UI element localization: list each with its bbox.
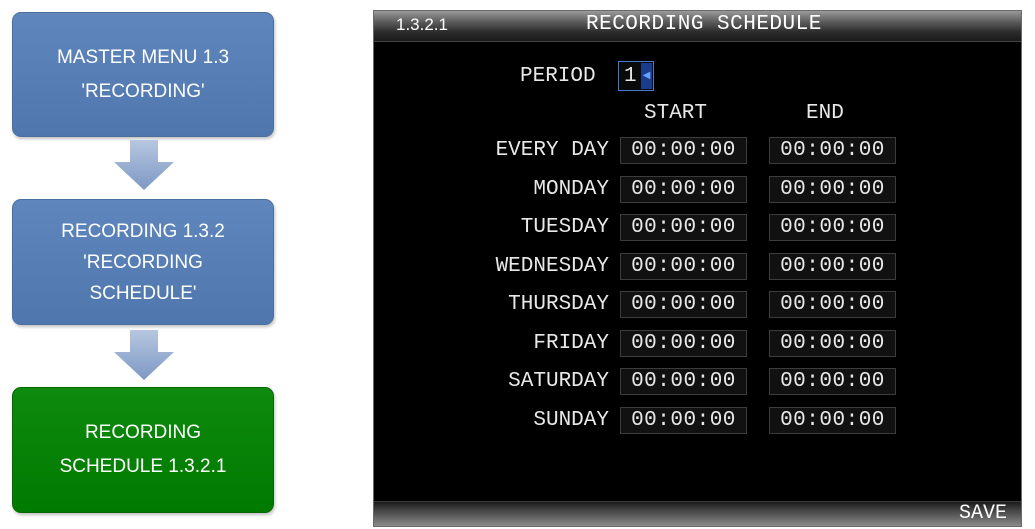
- end-time-field[interactable]: 00:00:00: [769, 368, 896, 395]
- flow-step-3-line-1: RECORDING: [84, 422, 202, 443]
- dvr-screen: 1.3.2.1 RECORDING SCHEDULE PERIOD 1 ◀ ST…: [373, 10, 1022, 527]
- day-label: FRIDAY: [533, 331, 609, 355]
- start-time-field[interactable]: 00:00:00: [620, 406, 747, 434]
- column-header-start: START: [644, 102, 708, 125]
- start-time-field[interactable]: 00:00:00: [620, 291, 747, 318]
- flow-step-2-line-3: SCHEDULE': [89, 282, 197, 304]
- flow-step-recording-schedule: RECORDING SCHEDULE 1.3.2.1: [12, 387, 274, 513]
- start-time-field[interactable]: 00:00:00: [620, 329, 747, 357]
- flow-step-2-line-1: RECORDING 1.3.2: [61, 220, 225, 242]
- screen-title: RECORDING SCHEDULE: [586, 13, 822, 36]
- day-label: EVERY DAY: [495, 139, 609, 162]
- end-time-field[interactable]: 00:00:00: [769, 137, 896, 164]
- down-arrow-icon: [114, 140, 174, 190]
- start-time-field[interactable]: 00:00:00: [620, 252, 747, 280]
- flow-step-recording: RECORDING 1.3.2 'RECORDING SCHEDULE': [12, 199, 274, 325]
- day-label: TUESDAY: [520, 216, 609, 239]
- flow-step-2-line-2: 'RECORDING: [83, 251, 203, 273]
- period-label: PERIOD: [520, 65, 596, 88]
- flow-step-1-line-1: MASTER MENU 1.3: [56, 46, 230, 68]
- save-button[interactable]: SAVE: [959, 502, 1007, 525]
- bottom-bar: SAVE: [374, 501, 1021, 526]
- flow-step-1-line-2: 'RECORDING': [81, 80, 205, 102]
- day-label: WEDNESDAY: [495, 254, 609, 278]
- flow-step-3-line-2: SCHEDULE 1.3.2.1: [59, 456, 227, 477]
- period-select[interactable]: 1 ◀: [618, 61, 654, 91]
- day-label: SUNDAY: [533, 408, 609, 432]
- column-header-end: END: [806, 102, 844, 125]
- end-time-field[interactable]: 00:00:00: [769, 291, 896, 318]
- end-time-field[interactable]: 00:00:00: [769, 175, 896, 203]
- day-label: THURSDAY: [508, 293, 609, 316]
- day-label: SATURDAY: [508, 370, 609, 393]
- flow-step-master-menu: MASTER MENU 1.3 'RECORDING': [12, 12, 274, 137]
- dropdown-arrow-icon[interactable]: ◀: [641, 63, 652, 89]
- end-time-field[interactable]: 00:00:00: [769, 406, 896, 434]
- end-time-field[interactable]: 00:00:00: [769, 329, 896, 357]
- end-time-field[interactable]: 00:00:00: [769, 214, 896, 241]
- menu-code: 1.3.2.1: [396, 15, 448, 34]
- day-label: MONDAY: [533, 177, 609, 201]
- period-value: 1: [624, 65, 637, 88]
- end-time-field[interactable]: 00:00:00: [769, 252, 896, 280]
- start-time-field[interactable]: 00:00:00: [620, 175, 747, 203]
- title-bar: 1.3.2.1 RECORDING SCHEDULE: [374, 11, 1021, 42]
- start-time-field[interactable]: 00:00:00: [620, 368, 747, 395]
- start-time-field[interactable]: 00:00:00: [620, 214, 747, 241]
- page-root: MASTER MENU 1.3 'RECORDING' RECORDING 1.…: [0, 0, 1035, 529]
- start-time-field[interactable]: 00:00:00: [620, 137, 747, 164]
- down-arrow-icon: [114, 330, 174, 380]
